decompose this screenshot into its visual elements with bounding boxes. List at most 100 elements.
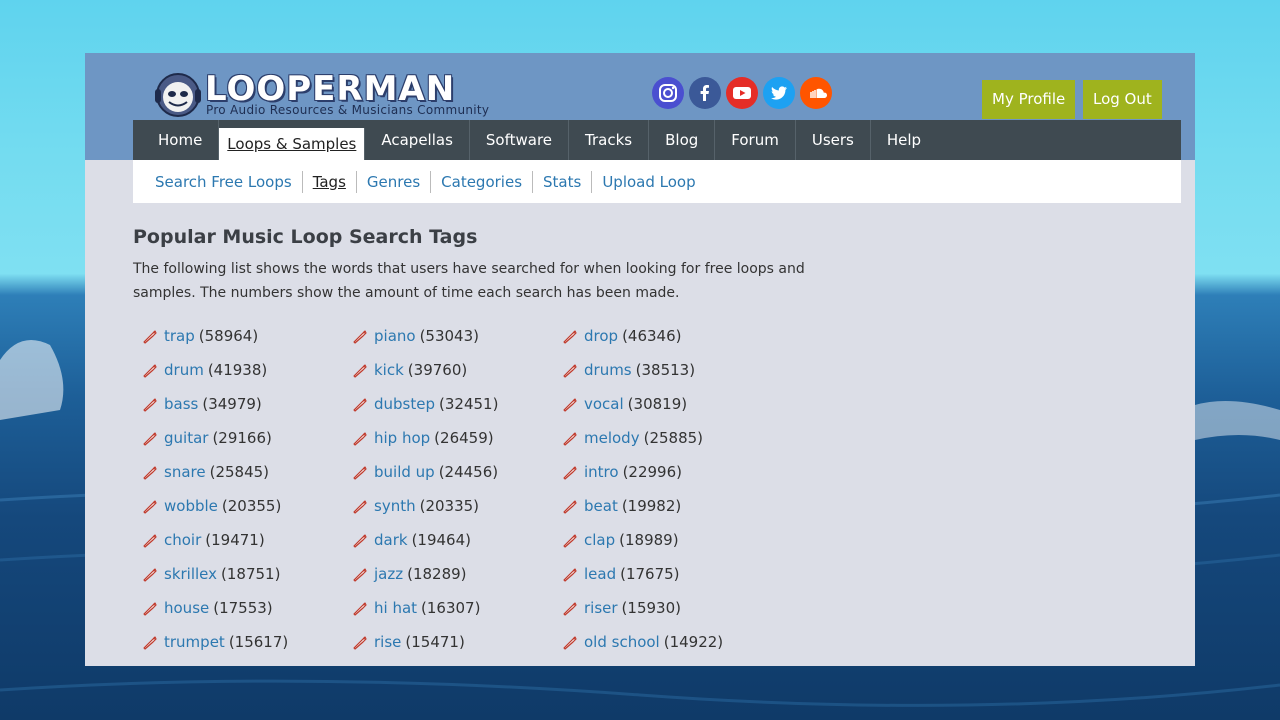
tag-link[interactable]: trap	[164, 325, 195, 347]
tag-link[interactable]: hip hop	[374, 427, 430, 449]
tag-link[interactable]: drop	[584, 325, 618, 347]
nav-item-loops-samples[interactable]: Loops & Samples	[219, 128, 366, 160]
tag-link[interactable]: riser	[584, 597, 618, 619]
tag-count: (19471)	[205, 531, 265, 549]
tag-icon	[563, 500, 577, 514]
tag-icon	[563, 364, 577, 378]
nav-item-blog[interactable]: Blog	[649, 120, 716, 160]
tag-count: (15617)	[228, 633, 289, 651]
tag-count: (41938)	[207, 361, 268, 379]
tag-link[interactable]: dubstep	[374, 393, 435, 415]
tag-item: choir (19471)	[141, 529, 265, 551]
tag-link[interactable]: lead	[584, 563, 616, 585]
tag-count: (26459)	[434, 429, 494, 447]
tag-item: intro (22996)	[561, 461, 682, 483]
tag-icon	[353, 636, 367, 650]
tag-link[interactable]: skrillex	[164, 563, 217, 585]
tag-icon	[143, 398, 157, 412]
sub-nav: Search Free Loops Tags Genres Categories…	[133, 160, 1181, 203]
tag-icon	[353, 500, 367, 514]
instagram-icon[interactable]	[652, 77, 684, 109]
nav-item-home[interactable]: Home	[133, 120, 220, 160]
tag-link[interactable]: hi hat	[374, 597, 417, 619]
tag-count: (20355)	[221, 497, 282, 515]
youtube-icon[interactable]	[726, 77, 758, 109]
tag-count: (18989)	[619, 531, 679, 549]
tag-icon	[353, 568, 367, 582]
tag-link[interactable]: jazz	[374, 563, 403, 585]
tag-item: guitar (29166)	[141, 427, 272, 449]
tag-item: house (17553)	[141, 597, 273, 619]
logo-subtitle: Pro Audio Resources & Musicians Communit…	[206, 103, 490, 117]
subnav-item-search-free-loops[interactable]: Search Free Loops	[145, 170, 303, 193]
subnav-item-categories[interactable]: Categories	[431, 170, 534, 193]
soundcloud-icon[interactable]	[800, 77, 832, 109]
nav-item-help[interactable]: Help	[871, 120, 937, 160]
tag-icon	[143, 636, 157, 650]
site-logo[interactable]: LOOPERMAN Pro Audio Resources & Musician…	[153, 69, 513, 119]
tag-link[interactable]: build up	[374, 461, 435, 483]
nav-item-tracks[interactable]: Tracks	[569, 120, 650, 160]
tag-count: (18751)	[221, 565, 281, 583]
main-nav: Home Loops & Samples Acapellas Software …	[133, 120, 1181, 160]
tag-count: (15930)	[621, 599, 681, 617]
nav-item-forum[interactable]: Forum	[715, 120, 796, 160]
tag-icon	[353, 330, 367, 344]
logout-button[interactable]: Log Out	[1083, 80, 1162, 119]
tag-link[interactable]: vocal	[584, 393, 624, 415]
tag-link[interactable]: melody	[584, 427, 640, 449]
main-content: Popular Music Loop Search Tags The follo…	[133, 223, 833, 305]
tag-link[interactable]: trumpet	[164, 631, 225, 653]
tag-count: (58964)	[198, 327, 259, 345]
tag-link[interactable]: bass	[164, 393, 198, 415]
my-profile-button[interactable]: My Profile	[982, 80, 1076, 119]
tag-icon	[143, 602, 157, 616]
tag-link[interactable]: old school	[584, 631, 660, 653]
tag-icon	[563, 636, 577, 650]
tag-link[interactable]: drum	[164, 359, 204, 381]
tag-count: (32451)	[439, 395, 499, 413]
subnav-item-upload-loop[interactable]: Upload Loop	[592, 171, 705, 193]
tag-link[interactable]: guitar	[164, 427, 208, 449]
tag-link[interactable]: house	[164, 597, 209, 619]
tag-link[interactable]: dark	[374, 529, 408, 551]
tag-link[interactable]: beat	[584, 495, 618, 517]
tag-link[interactable]: clap	[584, 529, 615, 551]
tag-count: (24456)	[438, 463, 499, 481]
tag-item: rise (15471)	[351, 631, 465, 653]
nav-item-software[interactable]: Software	[470, 120, 570, 160]
twitter-icon[interactable]	[763, 77, 795, 109]
tag-icon	[143, 466, 157, 480]
tag-count: (14922)	[663, 633, 724, 651]
tag-item: beat (19982)	[561, 495, 681, 517]
tag-icon	[143, 364, 157, 378]
subnav-item-stats[interactable]: Stats	[533, 170, 593, 193]
tag-link[interactable]: drums	[584, 359, 632, 381]
tag-link[interactable]: synth	[374, 495, 416, 517]
subnav-item-genres[interactable]: Genres	[357, 170, 432, 193]
tag-item: drum (41938)	[141, 359, 267, 381]
nav-item-users[interactable]: Users	[796, 120, 871, 160]
tag-link[interactable]: wobble	[164, 495, 218, 517]
tag-link[interactable]: rise	[374, 631, 401, 653]
tag-item: hip hop (26459)	[351, 427, 494, 449]
tag-link[interactable]: piano	[374, 325, 416, 347]
tag-item: melody (25885)	[561, 427, 703, 449]
tag-link[interactable]: choir	[164, 529, 201, 551]
tag-item: bass (34979)	[141, 393, 262, 415]
tag-item: dark (19464)	[351, 529, 471, 551]
tag-link[interactable]: snare	[164, 461, 206, 483]
tag-count: (29166)	[212, 429, 272, 447]
nav-item-acapellas[interactable]: Acapellas	[365, 120, 470, 160]
tag-count: (17675)	[620, 565, 680, 583]
tag-item: kick (39760)	[351, 359, 467, 381]
facebook-icon[interactable]	[689, 77, 721, 109]
tag-count: (25845)	[209, 463, 270, 481]
page-intro: The following list shows the words that …	[133, 261, 805, 301]
tag-count: (53043)	[419, 327, 479, 345]
tag-link[interactable]: intro	[584, 461, 619, 483]
tag-count: (34979)	[202, 395, 262, 413]
tag-link[interactable]: kick	[374, 359, 404, 381]
tag-icon	[353, 398, 367, 412]
subnav-item-tags[interactable]: Tags	[303, 170, 357, 193]
